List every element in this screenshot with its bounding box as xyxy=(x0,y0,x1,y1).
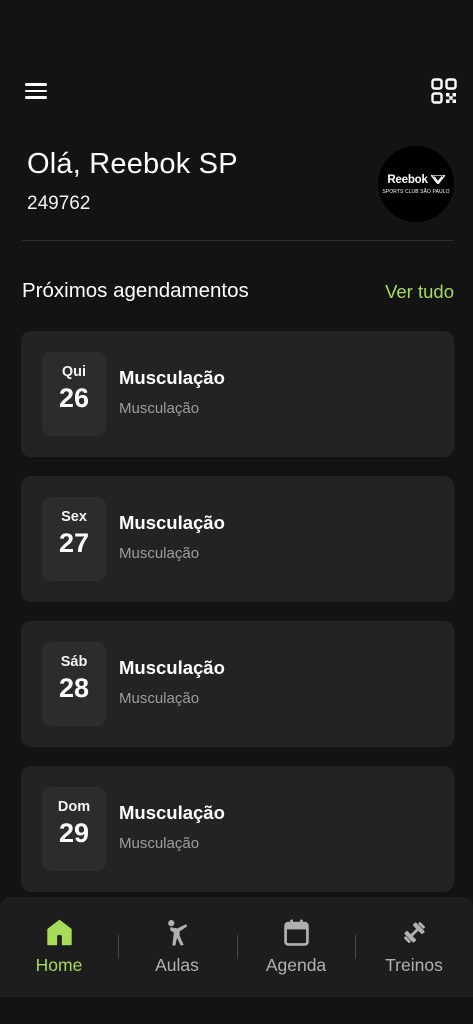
date-badge: Qui 26 xyxy=(42,352,106,436)
header-divider xyxy=(22,240,454,241)
reebok-delta-icon xyxy=(430,175,445,184)
date-weekday: Sáb xyxy=(60,654,88,670)
dumbbell-icon xyxy=(404,922,425,943)
appointment-card[interactable]: Sex 27 Musculação Musculação xyxy=(21,476,454,602)
club-logo-avatar[interactable]: Reebok SPORTS CLUB SÃO PAULO xyxy=(378,146,454,222)
home-icon xyxy=(47,919,72,946)
home-screen: Olá, Reebok SP 249762 Reebok SPORTS CLUB… xyxy=(0,0,473,1024)
appointment-title: Musculação xyxy=(119,512,225,533)
nav-item-agenda[interactable]: Agenda xyxy=(237,897,355,997)
date-weekday: Sex xyxy=(61,509,87,525)
date-badge: Sáb 28 xyxy=(42,642,106,726)
qr-code-button[interactable] xyxy=(431,78,457,104)
nav-label-aulas: Aulas xyxy=(155,955,199,975)
person-exercise-icon xyxy=(168,920,188,946)
date-number: 29 xyxy=(58,818,90,848)
date-number: 27 xyxy=(58,528,90,558)
reebok-logo: Reebok xyxy=(387,173,445,186)
logo-brand: Reebok xyxy=(387,173,428,186)
logo-subtitle: SPORTS CLUB SÃO PAULO xyxy=(382,188,450,195)
nav-item-aulas[interactable]: Aulas xyxy=(118,897,236,997)
date-weekday: Dom xyxy=(57,799,91,815)
date-badge: Dom 29 xyxy=(42,787,106,871)
appointment-subtitle: Musculação xyxy=(119,690,200,707)
nav-label-agenda: Agenda xyxy=(265,955,327,975)
nav-item-treinos[interactable]: Treinos xyxy=(355,897,473,997)
calendar-icon xyxy=(284,919,309,946)
nav-label-home: Home xyxy=(35,955,83,975)
appointment-card[interactable]: Dom 29 Musculação Musculação xyxy=(21,766,454,892)
nav-item-home[interactable]: Home xyxy=(0,897,118,997)
greeting-title: Olá, Reebok SP xyxy=(27,148,238,180)
top-bar xyxy=(0,74,473,108)
date-weekday: Qui xyxy=(61,364,87,380)
date-number: 26 xyxy=(58,383,90,413)
bottom-navigation: Home Aulas Agenda Treinos xyxy=(0,897,473,997)
date-badge: Sex 27 xyxy=(42,497,106,581)
nav-label-treinos: Treinos xyxy=(385,955,443,975)
appointment-title: Musculação xyxy=(119,657,225,678)
section-title: Próximos agendamentos xyxy=(22,279,249,302)
menu-button[interactable] xyxy=(22,80,50,102)
appointment-subtitle: Musculação xyxy=(119,545,200,562)
appointment-card[interactable]: Sáb 28 Musculação Musculação xyxy=(21,621,454,747)
appointment-card[interactable]: Qui 26 Musculação Musculação xyxy=(21,331,454,457)
appointment-subtitle: Musculação xyxy=(119,835,200,852)
appointment-subtitle: Musculação xyxy=(119,400,200,417)
member-id: 249762 xyxy=(27,193,91,214)
appointment-title: Musculação xyxy=(119,802,225,823)
see-all-link[interactable]: Ver tudo xyxy=(385,281,454,303)
qr-code-icon xyxy=(431,78,457,104)
appointment-title: Musculação xyxy=(119,367,225,388)
date-number: 28 xyxy=(58,673,90,703)
